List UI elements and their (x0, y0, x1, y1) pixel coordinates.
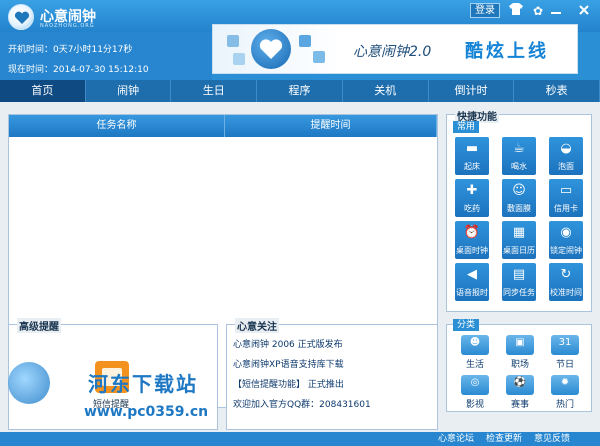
banner-deco-icon (313, 51, 325, 63)
forum-link[interactable]: 心意论坛 (438, 432, 474, 446)
advanced-reminder-title: 高级提醒 (17, 318, 61, 333)
refresh-clock-icon: ↻ (560, 267, 572, 282)
close-icon[interactable] (576, 3, 592, 19)
mask-icon: ☺ (512, 183, 526, 198)
tab-shutdown[interactable]: 关机 (343, 80, 429, 102)
bowl-icon: ◒ (560, 141, 572, 156)
news-link[interactable]: 心意闹钟 2006 正式版发布 (233, 337, 343, 350)
news-title: 心意关注 (235, 318, 279, 333)
check-update-link[interactable]: 检查更新 (486, 432, 522, 446)
tab-program[interactable]: 程序 (257, 80, 343, 102)
quick-sync-tasks-button[interactable]: ▤ 同步任务 (502, 263, 536, 301)
film-reel-icon: ◎ (470, 377, 480, 388)
category-hot-button[interactable]: ✹ 热门 (547, 375, 583, 410)
news-link[interactable]: 【短信提醒功能】 正式推出 (233, 377, 344, 390)
banner-title: 心意闹钟2.0 (353, 44, 432, 60)
quick-functions-box: 快捷功能 常用 ▬ 起床 ☕ 喝水 ◒ 泡面 ✚ 吃药 ☺ 敷面膜 ▭ 信用卡 ⏰ 桌面时钟 … (446, 108, 592, 312)
footer-bar: 心意论坛 检查更新 意见反馈 (0, 432, 600, 446)
quick-credit-card-button[interactable]: ▭ 信用卡 (549, 179, 583, 217)
lock-icon: ◉ (560, 225, 572, 240)
category-tag: 分类 (453, 319, 480, 331)
quick-desktop-clock-button[interactable]: ⏰ 桌面时钟 (455, 221, 489, 259)
category-life-button[interactable]: ☻ 生活 (457, 335, 493, 370)
alarm-clock-icon: ⏰ (463, 225, 481, 240)
tab-alarm[interactable]: 闹钟 (86, 80, 172, 102)
category-work-button[interactable]: ▣ 职场 (502, 335, 538, 370)
watermark-url: www.pc0359.cn (84, 404, 209, 420)
current-time-row: 现在时间：2014-07-30 15:12:10 (8, 62, 149, 75)
banner-graphic (213, 25, 343, 73)
common-tag: 常用 (453, 121, 480, 133)
cup-icon: ☕ (513, 141, 525, 156)
current-time-value: 2014-07-30 15:12:10 (53, 65, 149, 75)
quick-noodles-button[interactable]: ◒ 泡面 (549, 137, 583, 175)
document-icon: ▤ (512, 267, 526, 282)
watermark-title: 河东下载站 (88, 372, 198, 396)
quick-desktop-calendar-button[interactable]: ▦ 桌面日历 (502, 221, 536, 259)
task-list-header: 任务名称 提醒时间 (9, 115, 437, 137)
uptime-value: 0天7小时11分17秒 (53, 45, 133, 55)
calendar-icon: 31 (558, 337, 572, 348)
current-time-label: 现在时间： (8, 65, 54, 75)
banner-heart-icon (251, 29, 291, 69)
skin-shirt-icon[interactable] (508, 3, 524, 19)
quick-calibrate-time-button[interactable]: ↻ 校准时间 (549, 263, 583, 301)
app-subtitle: NAOZHONG.ORG (40, 23, 95, 29)
category-movies-button[interactable]: ◎ 影视 (457, 375, 493, 410)
tab-countdown[interactable]: 倒计时 (429, 80, 515, 102)
column-remind-time[interactable]: 提醒时间 (225, 115, 437, 137)
tab-birthday[interactable]: 生日 (171, 80, 258, 102)
quick-medicine-button[interactable]: ✚ 吃药 (455, 179, 489, 217)
column-task-name[interactable]: 任务名称 (9, 115, 225, 137)
banner-deco-icon (233, 53, 245, 65)
speaker-icon: ◀ (467, 267, 477, 282)
news-box: 心意关注 心意闹钟 2006 正式版发布 心意闹钟XP语音支持库下载 【短信提醒… (226, 318, 438, 430)
banner-deco-icon (299, 35, 311, 47)
login-button[interactable]: 登录 (470, 3, 500, 18)
feedback-link[interactable]: 意见反馈 (534, 432, 570, 446)
uptime-label: 开机时间： (8, 45, 54, 55)
promo-banner[interactable]: 心意闹钟2.0 酷炫上线 (212, 24, 578, 74)
credit-card-icon: ▭ (559, 183, 573, 198)
main-nav: 首页 闹钟 生日 程序 关机 倒计时 秒表 (0, 80, 600, 102)
news-link[interactable]: 欢迎加入官方QQ群：208431601 (233, 397, 371, 410)
quick-face-mask-button[interactable]: ☺ 敷面膜 (502, 179, 536, 217)
bed-icon: ▬ (465, 141, 479, 156)
banner-slogan: 酷炫上线 (465, 41, 549, 62)
info-panel: 开机时间：0天7小时11分17秒 现在时间：2014-07-30 15:12:1… (0, 32, 212, 80)
tab-home[interactable]: 首页 (0, 80, 86, 102)
people-icon: ☻ (469, 337, 481, 348)
news-link[interactable]: 心意闹钟XP语音支持库下载 (233, 357, 344, 370)
category-sports-button[interactable]: ⚽ 赛事 (502, 375, 538, 410)
tab-stopwatch[interactable]: 秒表 (514, 80, 600, 102)
calendar-icon: ▦ (512, 225, 526, 240)
watermark-logo-icon (8, 362, 50, 404)
category-holiday-button[interactable]: 31 节日 (547, 335, 583, 370)
quick-drink-water-button[interactable]: ☕ 喝水 (502, 137, 536, 175)
app-logo-icon (8, 4, 34, 30)
settings-gear-icon[interactable]: ✿ (530, 3, 546, 19)
quick-wake-up-button[interactable]: ▬ 起床 (455, 137, 489, 175)
quick-voice-time-button[interactable]: ◀ 语音报时 (455, 263, 489, 301)
fire-icon: ✹ (560, 377, 570, 388)
categories-box: 分类 ☻ 生活 ▣ 职场 31 节日 ◎ 影视 ⚽ 赛事 ✹ 热门 (446, 319, 592, 412)
uptime-row: 开机时间：0天7小时11分17秒 (8, 42, 132, 55)
minimize-icon[interactable] (548, 3, 564, 19)
medicine-kit-icon: ✚ (466, 183, 478, 198)
soccer-ball-icon: ⚽ (513, 377, 527, 388)
banner-deco-icon (227, 35, 239, 47)
quick-lock-alarm-button[interactable]: ◉ 锁定闹钟 (549, 221, 583, 259)
briefcase-icon: ▣ (515, 337, 525, 348)
